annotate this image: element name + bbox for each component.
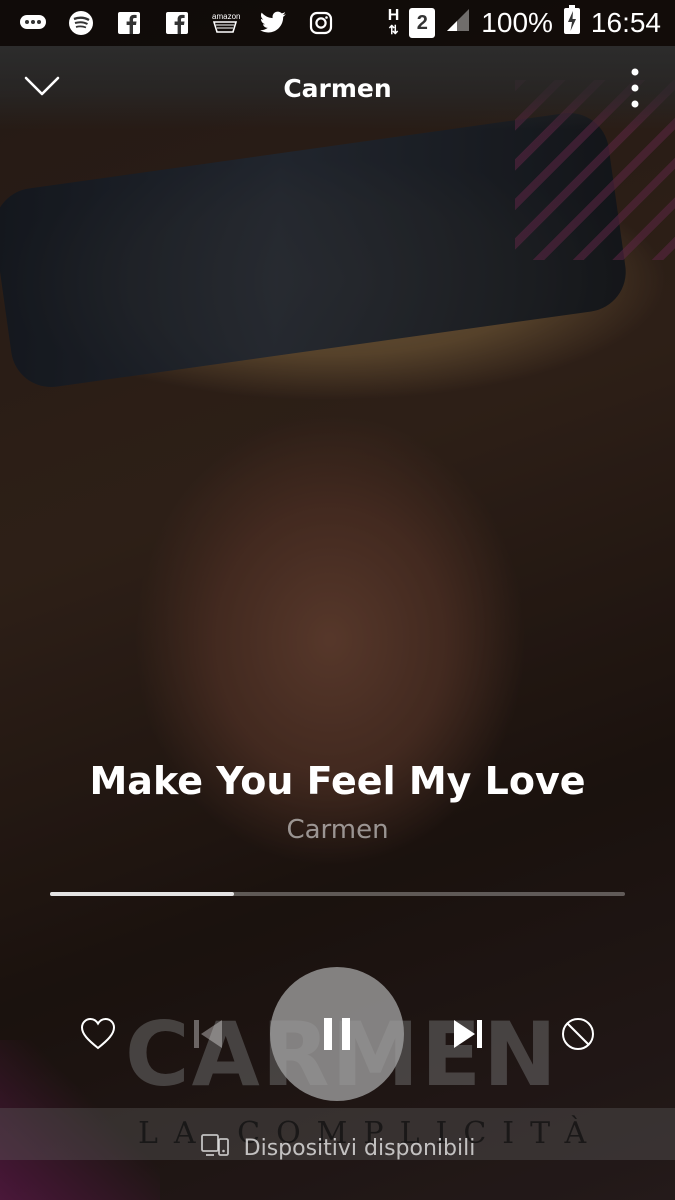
- playback-progress-bar[interactable]: [50, 892, 625, 896]
- now-playing-header: Carmen: [0, 46, 675, 130]
- svg-text:amazon: amazon: [212, 12, 240, 21]
- more-options-icon[interactable]: [625, 66, 645, 110]
- signal-icon: [445, 7, 471, 40]
- facebook-icon: [162, 10, 192, 36]
- system-status: H ⇅ 2 100% 16:54: [387, 4, 675, 42]
- devices-icon: [200, 1133, 230, 1163]
- song-title: Make You Feel My Love: [89, 759, 586, 803]
- available-devices-button[interactable]: Dispositivi disponibili: [0, 1128, 675, 1168]
- notification-icons: amazon: [0, 10, 388, 36]
- status-bar: amazon H ⇅ 2 100% 16:54: [0, 0, 675, 46]
- messages-icon: [18, 10, 48, 36]
- pause-button[interactable]: [270, 967, 404, 1101]
- amazon-icon: amazon: [210, 10, 240, 36]
- track-info: Make You Feel My Love Carmen: [0, 752, 675, 848]
- instagram-icon: [306, 10, 336, 36]
- previous-track-icon[interactable]: [186, 1012, 230, 1056]
- devices-label: Dispositivi disponibili: [243, 1135, 476, 1161]
- battery-percent: 100%: [481, 7, 553, 38]
- progress-fill: [50, 892, 234, 896]
- block-ban-icon[interactable]: [558, 1014, 598, 1054]
- twitter-icon: [258, 10, 288, 36]
- battery-charging-icon: [563, 4, 581, 42]
- clock: 16:54: [590, 7, 661, 38]
- spotify-icon: [66, 10, 96, 36]
- collapse-chevron-icon[interactable]: [24, 68, 60, 104]
- network-label: H: [387, 7, 400, 24]
- like-heart-icon[interactable]: [78, 1014, 118, 1054]
- page-title: Carmen: [283, 73, 392, 103]
- facebook-icon: [114, 10, 144, 36]
- sim-icon: 2: [409, 8, 436, 38]
- next-track-icon[interactable]: [446, 1012, 490, 1056]
- artist-name[interactable]: Carmen: [0, 812, 675, 848]
- network-type-icon: H ⇅: [387, 7, 400, 38]
- data-arrows-icon: ⇅: [388, 23, 399, 37]
